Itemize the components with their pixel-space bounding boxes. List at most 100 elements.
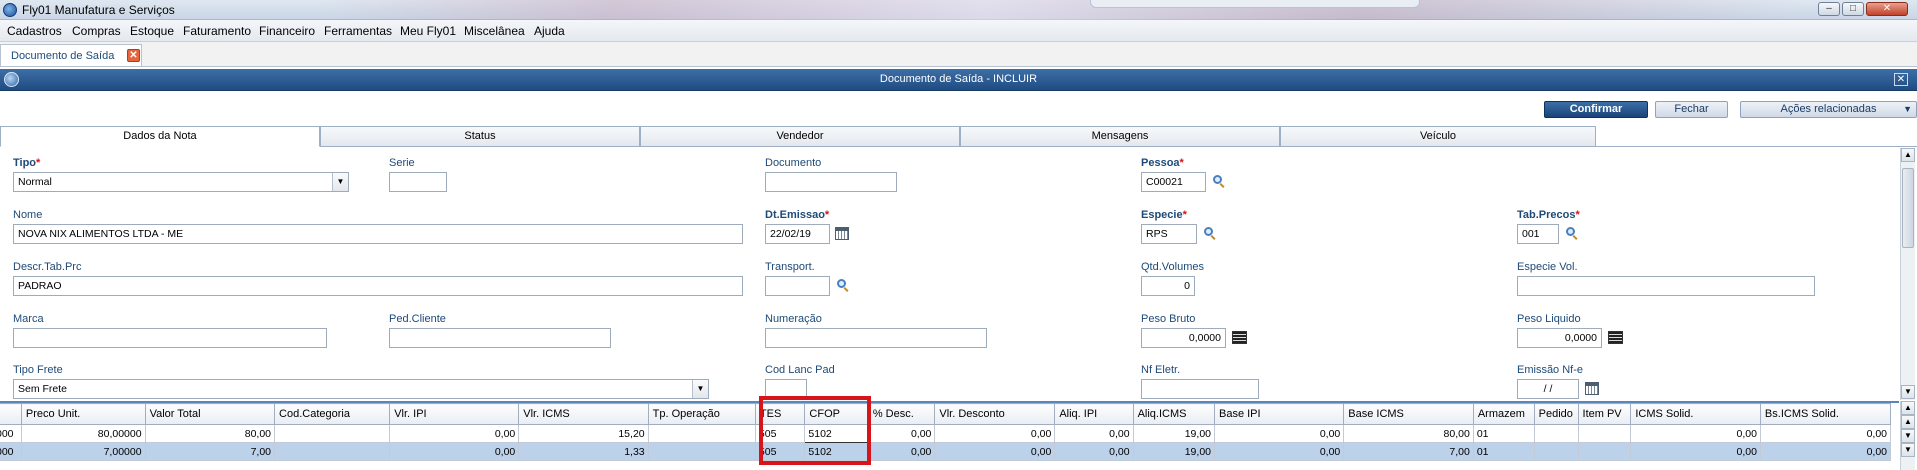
table-cell[interactable]: 0,00 bbox=[1213, 442, 1345, 461]
table-cell[interactable] bbox=[274, 442, 391, 461]
tipo-frete-select[interactable]: Sem Frete bbox=[13, 379, 709, 399]
table-row[interactable]: 00080,0000080,000,0015,2050551020,000,00… bbox=[0, 424, 1892, 443]
close-window-button[interactable]: ✕ bbox=[1866, 2, 1908, 16]
grid-column-header[interactable]: ICMS Solid. bbox=[1630, 403, 1761, 425]
table-cell[interactable]: 7,00 bbox=[1343, 442, 1474, 461]
grid-column-header[interactable]: Armazem bbox=[1472, 403, 1535, 425]
scroll-thumb[interactable] bbox=[1902, 168, 1914, 248]
table-cell[interactable]: 01 bbox=[1472, 442, 1535, 461]
grid-column-header[interactable]: Bs.ICMS Solid. bbox=[1759, 403, 1892, 425]
table-cell[interactable]: 7,00000 bbox=[20, 442, 146, 461]
table-cell[interactable]: 0,00 bbox=[1759, 442, 1892, 461]
especie-input[interactable]: RPS bbox=[1141, 224, 1197, 244]
table-cell[interactable]: 1,33 bbox=[518, 442, 649, 461]
minimize-button[interactable]: – bbox=[1818, 2, 1840, 16]
scroll-up-icon[interactable]: ▲ bbox=[1901, 148, 1915, 162]
menu-faturamento[interactable]: Faturamento bbox=[183, 24, 251, 38]
tab-precos-search-icon[interactable] bbox=[1565, 226, 1579, 240]
numeracao-input[interactable] bbox=[765, 328, 987, 348]
calculator-icon[interactable] bbox=[1232, 331, 1247, 344]
grid-column-header[interactable]: Base IPI bbox=[1213, 403, 1345, 425]
grid-column-header[interactable]: Aliq. IPI bbox=[1054, 403, 1134, 425]
table-cell[interactable]: 000 bbox=[0, 442, 22, 461]
table-cell[interactable]: 505 bbox=[754, 424, 806, 443]
table-cell[interactable]: 7,00 bbox=[144, 442, 276, 461]
table-cell[interactable]: 0,00 bbox=[1630, 442, 1761, 461]
maximize-button[interactable]: □ bbox=[1842, 2, 1864, 16]
menu-ajuda[interactable]: Ajuda bbox=[534, 24, 565, 38]
pessoa-input[interactable]: C00021 bbox=[1141, 172, 1206, 192]
grid-column-header[interactable]: Item PV bbox=[1577, 403, 1632, 425]
grid-scroll-up-icon[interactable]: ▲ bbox=[1901, 415, 1915, 429]
menu-ferramentas[interactable]: Ferramentas bbox=[324, 24, 392, 38]
menu-miscelanea[interactable]: Miscelânea bbox=[464, 24, 525, 38]
tab-mensagens[interactable]: Mensagens bbox=[960, 126, 1280, 147]
close-tab-icon[interactable]: ✕ bbox=[127, 49, 140, 62]
table-cell[interactable]: 19,00 bbox=[1132, 442, 1216, 461]
grid-column-header[interactable]: Valor Total bbox=[144, 403, 276, 425]
tab-status[interactable]: Status bbox=[320, 126, 640, 147]
close-button[interactable]: Fechar bbox=[1655, 101, 1728, 118]
calendar-icon[interactable] bbox=[835, 227, 849, 240]
grid-column-header[interactable]: TES bbox=[754, 403, 806, 425]
tipo-frete-dropdown-icon[interactable]: ▼ bbox=[692, 380, 708, 398]
marca-input[interactable] bbox=[13, 328, 327, 348]
pessoa-search-icon[interactable] bbox=[1212, 174, 1226, 188]
nome-input[interactable]: NOVA NIX ALIMENTOS LTDA - ME bbox=[13, 224, 743, 244]
table-row[interactable]: 0007,000007,000,001,3350551020,000,000,0… bbox=[0, 442, 1892, 461]
tab-vendedor[interactable]: Vendedor bbox=[640, 126, 960, 147]
nf-eletr-input[interactable] bbox=[1141, 379, 1259, 399]
table-cell[interactable]: 0,00 bbox=[1759, 424, 1892, 443]
grid-column-header[interactable]: Vlr. Desconto bbox=[934, 403, 1056, 425]
menu-financeiro[interactable]: Financeiro bbox=[259, 24, 315, 38]
peso-liquido-input[interactable]: 0,0000 bbox=[1517, 328, 1602, 348]
table-cell[interactable] bbox=[647, 424, 756, 443]
tab-veiculo[interactable]: Veículo bbox=[1280, 126, 1596, 147]
peso-bruto-input[interactable]: 0,0000 bbox=[1141, 328, 1226, 348]
table-cell[interactable]: 505 bbox=[754, 442, 806, 461]
transport-search-icon[interactable] bbox=[836, 278, 850, 292]
descr-tab-prc-input[interactable]: PADRAO bbox=[13, 276, 743, 296]
qtd-volumes-input[interactable]: 0 bbox=[1141, 276, 1195, 296]
scroll-down-icon[interactable]: ▼ bbox=[1901, 385, 1915, 399]
grid-column-header[interactable]: Cod.Categoria bbox=[274, 403, 391, 425]
tab-precos-input[interactable]: 001 bbox=[1517, 224, 1559, 244]
tipo-select[interactable]: Normal bbox=[13, 172, 349, 192]
confirm-button[interactable]: Confirmar bbox=[1544, 101, 1648, 118]
table-cell[interactable]: 5102 bbox=[804, 442, 869, 461]
table-cell[interactable] bbox=[647, 442, 756, 461]
table-cell[interactable]: 0,00 bbox=[1213, 424, 1345, 443]
table-cell[interactable] bbox=[1577, 442, 1632, 461]
calculator-icon[interactable] bbox=[1608, 331, 1623, 344]
grid-column-header[interactable]: Aliq.ICMS bbox=[1132, 403, 1216, 425]
grid-column-header[interactable]: Base ICMS bbox=[1343, 403, 1474, 425]
table-cell[interactable]: 5102 bbox=[804, 424, 869, 443]
grid-column-header[interactable]: Tp. Operação bbox=[647, 403, 756, 425]
table-cell[interactable]: 0,00 bbox=[1054, 442, 1134, 461]
table-cell[interactable]: 15,20 bbox=[518, 424, 649, 443]
grid-column-header[interactable] bbox=[0, 403, 22, 425]
table-cell[interactable]: 0,00 bbox=[389, 424, 520, 443]
table-cell[interactable]: 80,00 bbox=[144, 424, 276, 443]
tipo-dropdown-icon[interactable]: ▼ bbox=[332, 173, 348, 191]
grid-column-header[interactable]: CFOP bbox=[804, 403, 869, 425]
menu-meu-fly01[interactable]: Meu Fly01 bbox=[400, 24, 456, 38]
table-cell[interactable] bbox=[1577, 424, 1632, 443]
grid-column-header[interactable]: % Desc. bbox=[867, 403, 936, 425]
table-cell[interactable]: 80,00000 bbox=[20, 424, 146, 443]
table-cell[interactable]: 19,00 bbox=[1132, 424, 1216, 443]
emissao-nfe-input[interactable]: / / bbox=[1517, 379, 1579, 399]
serie-input[interactable] bbox=[389, 172, 447, 192]
documento-input[interactable] bbox=[765, 172, 897, 192]
grid-scrollbar[interactable]: ▲ ▲ ▼ ▼ bbox=[1900, 401, 1915, 470]
table-cell[interactable]: 80,00 bbox=[1343, 424, 1474, 443]
menu-cadastros[interactable]: Cadastros bbox=[7, 24, 62, 38]
ped-cliente-input[interactable] bbox=[389, 328, 611, 348]
table-cell[interactable]: 0,00 bbox=[389, 442, 520, 461]
form-scrollbar[interactable]: ▲ ▼ bbox=[1900, 148, 1915, 400]
tab-dados-da-nota[interactable]: Dados da Nota bbox=[0, 126, 320, 147]
table-cell[interactable] bbox=[1533, 442, 1579, 461]
table-cell[interactable] bbox=[274, 424, 391, 443]
transport-input[interactable] bbox=[765, 276, 830, 296]
table-cell[interactable]: 0,00 bbox=[934, 442, 1056, 461]
